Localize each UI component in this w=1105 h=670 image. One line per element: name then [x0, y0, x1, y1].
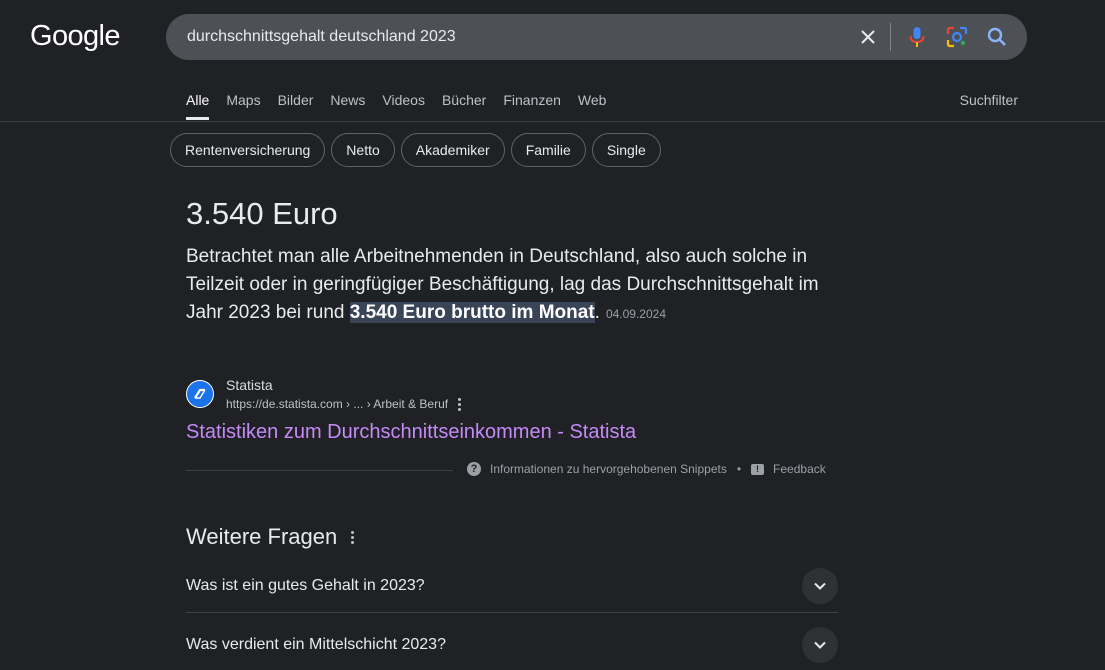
question-text[interactable]: Was ist ein gutes Gehalt in 2023?	[186, 577, 425, 595]
google-logo[interactable]: Google	[30, 20, 121, 53]
search-tabs: Alle Maps Bilder News Videos Bücher Fina…	[186, 92, 623, 120]
search-icon[interactable]	[977, 14, 1017, 60]
snippet-highlight: 3.540 Euro brutto im Monat	[349, 302, 595, 323]
chip-netto[interactable]: Netto	[331, 133, 395, 167]
tab-bilder[interactable]: Bilder	[278, 92, 314, 120]
search-bar[interactable]: durchschnittsgehalt deutschland 2023	[166, 14, 1027, 60]
chip-akademiker[interactable]: Akademiker	[400, 133, 505, 167]
separator-dot: •	[736, 462, 742, 476]
source-name[interactable]: Statista	[226, 377, 273, 393]
snippet-divider	[186, 470, 453, 471]
feedback-link[interactable]: Feedback	[773, 462, 826, 476]
chip-familie[interactable]: Familie	[510, 133, 586, 167]
search-input[interactable]: durchschnittsgehalt deutschland 2023	[187, 28, 848, 46]
source-url-text[interactable]: https://de.statista.com › ... › Arbeit &…	[226, 397, 448, 411]
help-icon[interactable]: ?	[467, 462, 481, 476]
question-row[interactable]: Was ist ein gutes Gehalt in 2023?	[186, 561, 838, 611]
tab-news[interactable]: News	[330, 92, 365, 120]
question-text[interactable]: Was verdient ein Mittelschicht 2023?	[186, 636, 446, 654]
question-row[interactable]: Was verdient ein Mittelschicht 2023?	[186, 620, 838, 670]
chip-rentenversicherung[interactable]: Rentenversicherung	[170, 133, 326, 167]
snippet-end: .	[594, 302, 600, 323]
suchfilter-button[interactable]: Suchfilter	[960, 92, 1018, 108]
tab-buecher[interactable]: Bücher	[442, 92, 486, 120]
tab-finanzen[interactable]: Finanzen	[503, 92, 561, 120]
featured-snippet-text: Betrachtet man alle Arbeitnehmenden in D…	[186, 243, 836, 328]
chevron-down-icon[interactable]	[802, 568, 838, 604]
question-divider	[186, 612, 838, 613]
weitere-fragen-heading: Weitere Fragen	[186, 524, 355, 550]
weitere-fragen-title: Weitere Fragen	[186, 524, 338, 549]
tab-alle[interactable]: Alle	[186, 92, 210, 120]
snippet-date: 04.09.2024	[605, 307, 666, 321]
result-link[interactable]: Statistiken zum Durchschnittseinkommen -…	[186, 421, 636, 444]
clear-icon[interactable]	[848, 14, 888, 60]
microphone-icon[interactable]	[897, 14, 937, 60]
tab-videos[interactable]: Videos	[382, 92, 425, 120]
header-divider	[0, 121, 1105, 122]
chip-single[interactable]: Single	[591, 133, 661, 167]
tab-web[interactable]: Web	[578, 92, 607, 120]
refinement-chips: Rentenversicherung Netto Akademiker Fami…	[170, 133, 661, 167]
feedback-icon[interactable]: !	[751, 463, 765, 475]
snippet-info-link[interactable]: Informationen zu hervorgehobenen Snippet…	[490, 462, 727, 476]
source-url[interactable]: https://de.statista.com › ... › Arbeit &…	[226, 397, 462, 411]
snippet-info-bar: ? Informationen zu hervorgehobenen Snipp…	[467, 462, 826, 476]
more-options-icon[interactable]	[351, 530, 355, 544]
tab-maps[interactable]: Maps	[226, 92, 260, 120]
search-divider	[890, 23, 891, 51]
chevron-down-icon[interactable]	[802, 627, 838, 663]
lens-icon[interactable]	[937, 14, 977, 60]
featured-answer-title: 3.540 Euro	[186, 196, 338, 231]
statista-favicon[interactable]	[186, 380, 214, 408]
more-options-icon[interactable]	[458, 397, 462, 411]
